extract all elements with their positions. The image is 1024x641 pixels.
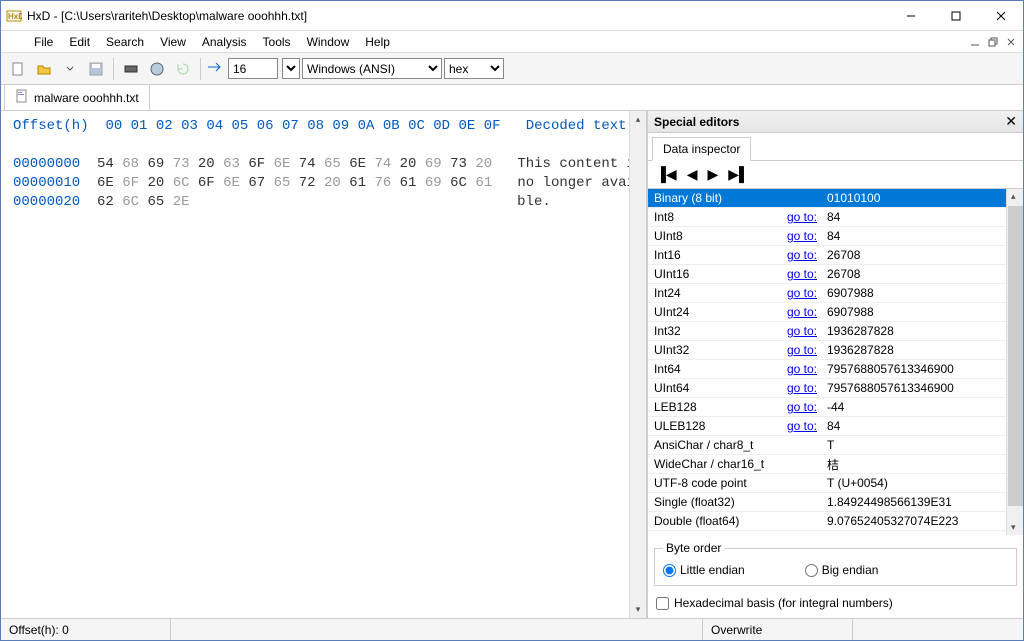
menu-window[interactable]: Window: [299, 32, 358, 52]
disk-icon[interactable]: [145, 57, 169, 81]
bpl-icon: [206, 60, 224, 77]
status-offset: Offset(h): 0: [1, 619, 171, 640]
new-file-icon[interactable]: [6, 57, 30, 81]
hex-basis-label: Hexadecimal basis (for integral numbers): [674, 596, 893, 610]
hex-basis-checkbox[interactable]: [656, 597, 669, 610]
titlebar: HxD HxD - [C:\Users\rariteh\Desktop\malw…: [1, 1, 1023, 31]
goto-link[interactable]: go to:: [787, 210, 817, 224]
goto-link[interactable]: go to:: [787, 400, 817, 414]
inspector-row[interactable]: UInt8go to:84: [648, 227, 1006, 246]
goto-link[interactable]: go to:: [787, 267, 817, 281]
nav-prev-icon[interactable]: ◀: [687, 166, 698, 183]
menu-help[interactable]: Help: [357, 32, 398, 52]
window-title: HxD - [C:\Users\rariteh\Desktop\malware …: [27, 9, 888, 23]
toolbar: Windows (ANSI) hex: [1, 53, 1023, 85]
nav-last-icon[interactable]: ▶▌: [728, 166, 749, 183]
menu-search[interactable]: Search: [98, 32, 152, 52]
datatype-select[interactable]: hex: [444, 58, 504, 79]
app-icon: HxD: [6, 8, 22, 24]
status-mid: [171, 619, 703, 640]
goto-link[interactable]: go to:: [787, 343, 817, 357]
radio-big-endian[interactable]: Big endian: [805, 563, 879, 577]
inspector-row[interactable]: AnsiChar / char8_tT: [648, 436, 1006, 455]
hex-scrollbar[interactable]: ▴ ▾: [629, 111, 646, 618]
menu-analysis[interactable]: Analysis: [194, 32, 255, 52]
goto-link[interactable]: go to:: [787, 286, 817, 300]
inspector-row[interactable]: Int64go to:7957688057613346900: [648, 360, 1006, 379]
ram-icon[interactable]: [119, 57, 143, 81]
menu-bar: File Edit Search View Analysis Tools Win…: [1, 31, 1023, 53]
mdi-minimize-icon[interactable]: [967, 34, 983, 50]
bpl-dropdown[interactable]: [282, 58, 300, 79]
minimize-button[interactable]: [888, 1, 933, 30]
file-icon: [15, 89, 29, 106]
inspector-row[interactable]: Int24go to:6907988: [648, 284, 1006, 303]
goto-link[interactable]: go to:: [787, 305, 817, 319]
maximize-button[interactable]: [933, 1, 978, 30]
inspector-nav: ▐◀ ◀ ▶ ▶▌: [648, 161, 1023, 189]
hex-view[interactable]: Offset(h) 00 01 02 03 04 05 06 07 08 09 …: [1, 111, 629, 618]
charset-select[interactable]: Windows (ANSI): [302, 58, 442, 79]
inspector-scrollbar[interactable]: [1006, 189, 1023, 535]
status-mode: Overwrite: [703, 619, 853, 640]
save-icon[interactable]: [84, 57, 108, 81]
inspector-row[interactable]: Int8go to:84: [648, 208, 1006, 227]
goto-link[interactable]: go to:: [787, 324, 817, 338]
inspector-grid[interactable]: Binary (8 bit)01010100Int8go to:84UInt8g…: [648, 189, 1006, 535]
panel-close-icon[interactable]: ✕: [1005, 113, 1017, 130]
menu-tools[interactable]: Tools: [255, 32, 299, 52]
inspector-row[interactable]: Single (float32)1.84924498566139E31: [648, 493, 1006, 512]
inspector-row[interactable]: UInt24go to:6907988: [648, 303, 1006, 322]
inspector-row[interactable]: Int16go to:26708: [648, 246, 1006, 265]
status-empty: [853, 619, 1023, 640]
refresh-icon[interactable]: [171, 57, 195, 81]
inspector-row[interactable]: LEB128go to:-44: [648, 398, 1006, 417]
nav-next-icon[interactable]: ▶: [707, 166, 718, 183]
inspector-row[interactable]: Double (float64)9.07652405327074E223: [648, 512, 1006, 531]
bytes-per-line-input[interactable]: [228, 58, 278, 79]
inspector-row[interactable]: WideChar / char16_t桔: [648, 455, 1006, 474]
panel-title: Special editors: [654, 115, 739, 129]
goto-link[interactable]: go to:: [787, 248, 817, 262]
inspector-row[interactable]: UInt64go to:7957688057613346900: [648, 379, 1006, 398]
goto-link[interactable]: go to:: [787, 419, 817, 433]
close-button[interactable]: [978, 1, 1023, 30]
inspector-row[interactable]: Int32go to:1936287828: [648, 322, 1006, 341]
goto-link[interactable]: go to:: [787, 362, 817, 376]
inspector-row[interactable]: UInt16go to:26708: [648, 265, 1006, 284]
tab-data-inspector[interactable]: Data inspector: [652, 137, 751, 161]
inspector-row[interactable]: Binary (8 bit)01010100: [648, 189, 1006, 208]
radio-little-endian[interactable]: Little endian: [663, 563, 745, 577]
menu-view[interactable]: View: [152, 32, 194, 52]
file-tab-label: malware ooohhh.txt: [34, 91, 139, 105]
byte-order-group: Byte order Little endian Big endian: [654, 541, 1017, 586]
inspector-row[interactable]: ULEB128go to:84: [648, 417, 1006, 436]
open-dropdown-icon[interactable]: [58, 57, 82, 81]
status-bar: Offset(h): 0 Overwrite: [1, 618, 1023, 640]
inspector-row[interactable]: OLETIMEInvalid: [648, 531, 1006, 535]
nav-first-icon[interactable]: ▐◀: [656, 166, 677, 183]
open-file-icon[interactable]: [32, 57, 56, 81]
mdi-close-icon[interactable]: [1003, 34, 1019, 50]
special-editors-panel: Special editors ✕ Data inspector ▐◀ ◀ ▶ …: [647, 111, 1023, 618]
inspector-row[interactable]: UInt32go to:1936287828: [648, 341, 1006, 360]
svg-text:HxD: HxD: [8, 12, 22, 21]
menu-file[interactable]: File: [26, 32, 61, 52]
file-tab[interactable]: malware ooohhh.txt: [4, 84, 150, 110]
tab-bar: malware ooohhh.txt: [1, 85, 1023, 111]
inspector-row[interactable]: UTF-8 code pointT (U+0054): [648, 474, 1006, 493]
menu-edit[interactable]: Edit: [61, 32, 98, 52]
goto-link[interactable]: go to:: [787, 381, 817, 395]
goto-link[interactable]: go to:: [787, 229, 817, 243]
mdi-restore-icon[interactable]: [985, 34, 1001, 50]
